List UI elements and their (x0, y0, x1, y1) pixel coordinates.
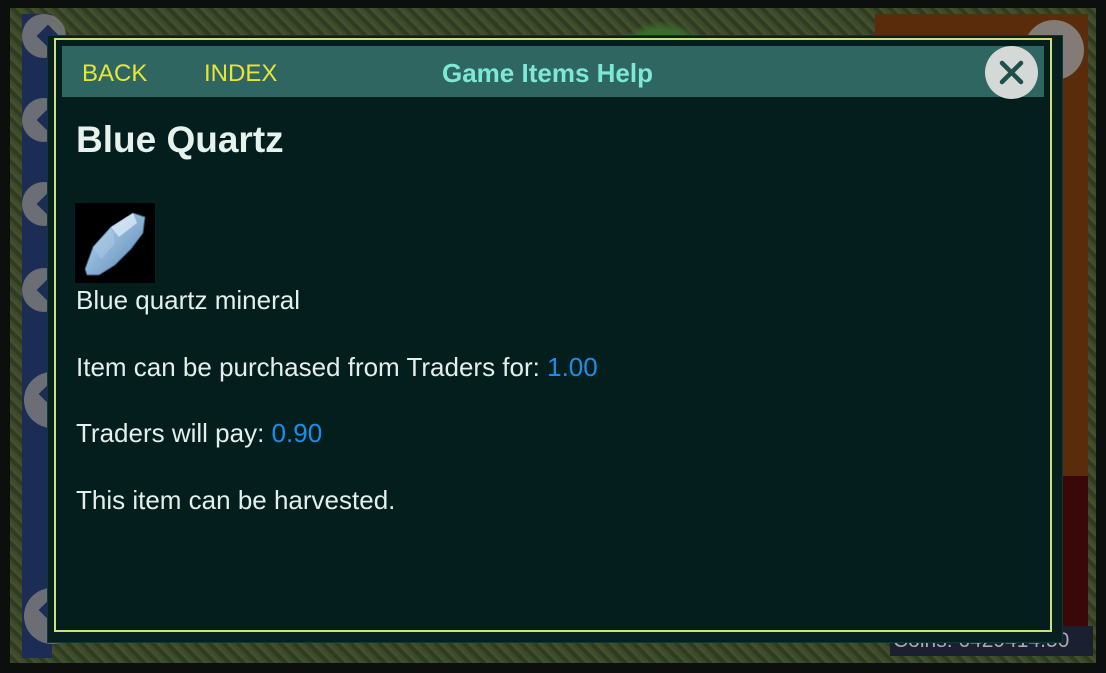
purchase-label: Item can be purchased from Traders for: (76, 352, 548, 382)
purchase-price: 1.00 (547, 352, 598, 382)
sell-line: Traders will pay: 0.90 (76, 417, 322, 449)
harvest-note: This item can be harvested. (76, 485, 396, 515)
item-description: Blue quartz mineral (76, 285, 300, 315)
item-name: Blue Quartz (76, 119, 284, 160)
close-icon (999, 60, 1024, 85)
close-button[interactable] (985, 46, 1038, 99)
dialog-title: Game Items Help (442, 58, 653, 88)
purchase-line: Item can be purchased from Traders for: … (76, 351, 598, 383)
blue-quartz-icon (75, 203, 155, 283)
index-button[interactable]: INDEX (204, 59, 277, 89)
sell-label: Traders will pay: (76, 418, 272, 448)
sell-price: 0.90 (271, 418, 323, 448)
back-button[interactable]: BACK (82, 59, 147, 89)
right-panel-lower-background (1060, 476, 1088, 626)
